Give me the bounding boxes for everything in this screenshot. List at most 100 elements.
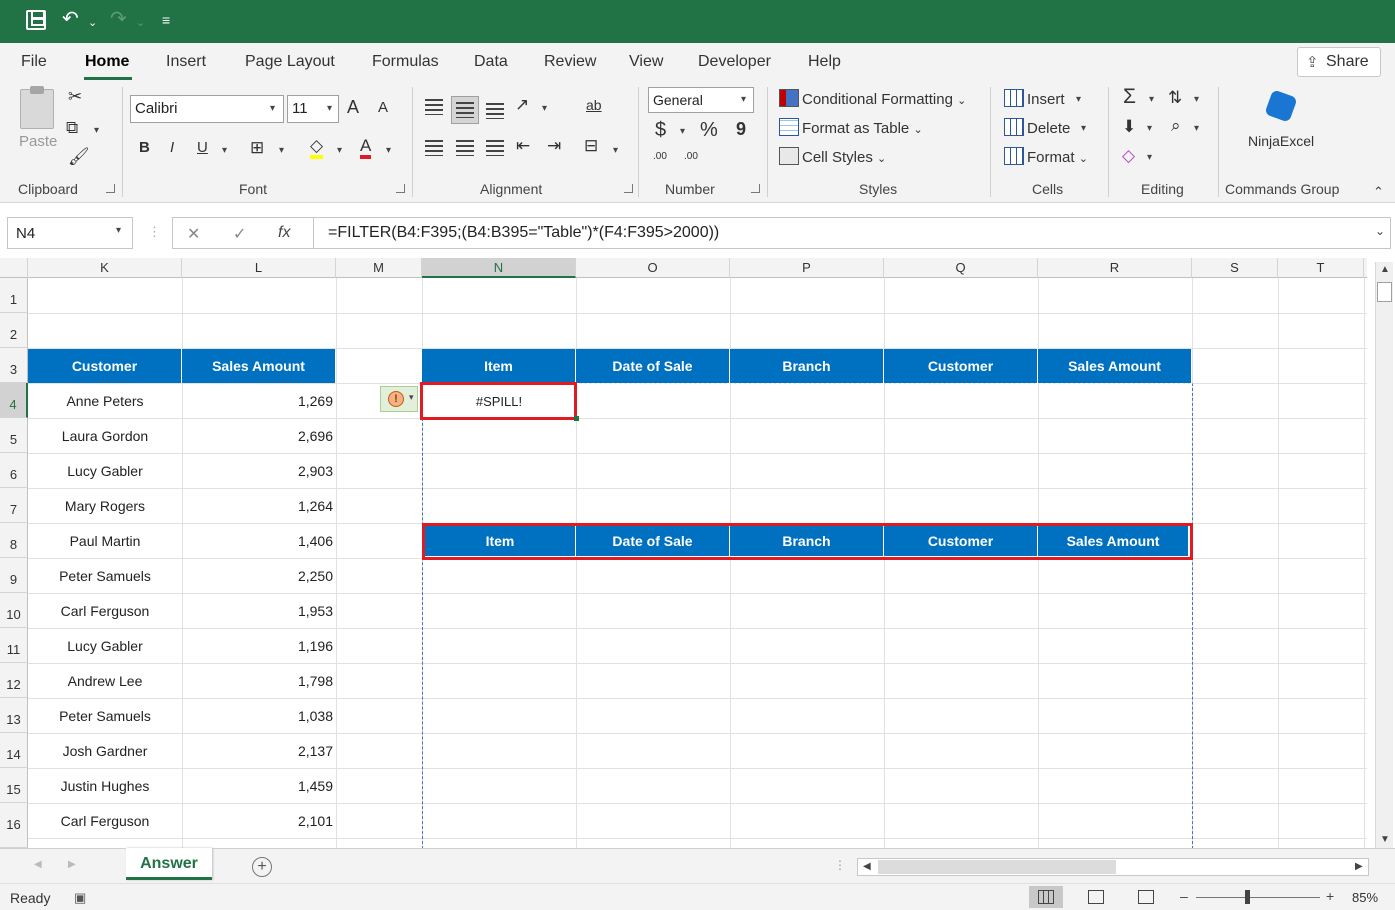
borders-dropdown-icon[interactable]: ▾ [279, 145, 284, 156]
column-header-selected[interactable]: N [422, 258, 576, 278]
align-right-icon[interactable] [486, 140, 504, 156]
fill-handle[interactable] [574, 416, 579, 421]
previous-sheet-icon[interactable]: ◀ [34, 859, 42, 870]
column-header[interactable]: P [730, 258, 884, 278]
tab-insert[interactable]: Insert [166, 53, 206, 71]
row-header[interactable]: 14 [0, 733, 28, 768]
redo-dropdown-icon[interactable]: ⌄ [136, 12, 145, 34]
row-header[interactable]: 16 [0, 803, 28, 848]
sales-amount-cell[interactable]: 1,798 [182, 664, 333, 699]
row-header[interactable]: 8 [0, 523, 28, 558]
merge-dropdown-icon[interactable]: ▾ [613, 145, 618, 156]
sort-filter-icon[interactable]: ⇅ [1168, 88, 1182, 108]
font-size-dropdown-icon[interactable]: ▾ [327, 103, 332, 114]
number-format-dropdown-icon[interactable]: ▾ [741, 94, 746, 105]
align-left-icon[interactable] [425, 140, 443, 156]
sales-amount-cell[interactable]: 2,250 [182, 559, 333, 594]
redo-icon[interactable]: ↷ [110, 8, 127, 30]
find-dropdown-icon[interactable]: ▾ [1194, 123, 1199, 134]
row-header-selected[interactable]: 4 [0, 383, 28, 418]
currency-button[interactable]: $ [655, 119, 666, 142]
tab-developer[interactable]: Developer [698, 53, 771, 71]
table-header-sales-amount[interactable]: Sales Amount [182, 349, 336, 383]
sales-amount-cell[interactable]: 2,101 [182, 804, 333, 839]
customer-cell[interactable]: Josh Gardner [28, 734, 182, 769]
decrease-font-icon[interactable]: A [378, 99, 388, 116]
customize-toolbar-icon[interactable]: ≡ [162, 9, 170, 31]
underline-dropdown-icon[interactable]: ▾ [222, 145, 227, 156]
zoom-in-button[interactable]: + [1326, 888, 1334, 904]
name-box[interactable]: N4 [7, 217, 133, 249]
cut-icon[interactable]: ✂ [68, 87, 82, 107]
vertical-scrollbar[interactable]: ▲ ▼ [1375, 262, 1393, 848]
sales-amount-cell[interactable]: 1,038 [182, 699, 333, 734]
customer-cell[interactable]: Lucy Gabler [28, 454, 182, 489]
expand-formula-icon[interactable]: ⌄ [1375, 224, 1385, 238]
select-all-corner[interactable] [0, 258, 28, 278]
tab-data[interactable]: Data [474, 53, 508, 71]
filter-header-date[interactable]: Date of Sale [576, 349, 730, 383]
column-header[interactable]: T [1278, 258, 1364, 278]
increase-font-icon[interactable]: A [347, 97, 359, 118]
zoom-slider-knob[interactable] [1245, 890, 1250, 904]
row-header[interactable]: 2 [0, 313, 28, 348]
tab-view[interactable]: View [629, 53, 663, 71]
row-header[interactable]: 6 [0, 453, 28, 488]
format-painter-icon[interactable]: 🖌 [68, 147, 90, 167]
align-center-icon[interactable] [456, 140, 474, 156]
paste-icon[interactable] [20, 86, 54, 129]
row-header[interactable]: 12 [0, 663, 28, 698]
fill-icon[interactable]: ⬇ [1122, 117, 1136, 137]
row-header[interactable]: 11 [0, 628, 28, 663]
insert-cells-button[interactable]: Insert [1004, 89, 1065, 108]
enter-icon[interactable]: ✓ [233, 224, 246, 244]
scroll-right-icon[interactable]: ▶ [1355, 861, 1363, 872]
sort-filter-dropdown-icon[interactable]: ▾ [1194, 94, 1199, 105]
alignment-launcher-icon[interactable] [624, 184, 633, 193]
customer-cell[interactable]: Paul Martin [28, 524, 182, 559]
horizontal-scrollbar[interactable]: ◀ ▶ [857, 858, 1369, 876]
customer-cell[interactable]: Andrew Lee [28, 664, 182, 699]
zoom-slider[interactable] [1196, 897, 1320, 898]
column-header[interactable]: Q [884, 258, 1038, 278]
number-format-select[interactable]: General [648, 87, 754, 113]
tab-home[interactable]: Home [85, 53, 129, 71]
error-options-button[interactable]: ! ▾ [380, 386, 418, 412]
conditional-formatting-button[interactable]: Conditional Formatting ⌄ [779, 89, 966, 108]
filter-header-customer[interactable]: Customer [884, 349, 1038, 383]
tab-file[interactable]: File [21, 53, 47, 71]
autosum-dropdown-icon[interactable]: ▾ [1149, 94, 1154, 105]
autosum-icon[interactable]: Σ [1123, 85, 1136, 109]
customer-cell[interactable]: Carl Ferguson [28, 804, 182, 839]
font-name-select[interactable]: Calibri [130, 95, 284, 123]
format-cells-button[interactable]: Format ⌄ [1004, 147, 1088, 166]
italic-button[interactable]: I [170, 139, 174, 156]
tab-help[interactable]: Help [808, 53, 841, 71]
table-header-customer[interactable]: Customer [28, 349, 182, 383]
column-header[interactable]: K [28, 258, 182, 278]
ninjaexcel-icon[interactable] [1264, 89, 1298, 123]
sheet-tab-answer[interactable]: Answer [126, 848, 212, 880]
vertical-scroll-thumb[interactable] [1377, 282, 1392, 302]
row-header[interactable]: 15 [0, 768, 28, 803]
normal-view-button[interactable] [1029, 886, 1063, 908]
row-header[interactable]: 13 [0, 698, 28, 733]
currency-dropdown-icon[interactable]: ▾ [680, 126, 685, 137]
customer-cell[interactable]: Carl Ferguson [28, 594, 182, 629]
fill-color-dropdown-icon[interactable]: ▾ [337, 145, 342, 156]
zoom-level[interactable]: 85% [1352, 890, 1378, 905]
add-sheet-icon[interactable]: + [252, 857, 272, 877]
customer-cell[interactable]: Lucy Gabler [28, 629, 182, 664]
clear-dropdown-icon[interactable]: ▾ [1147, 152, 1152, 163]
merge-center-icon[interactable]: ⊟ [584, 136, 598, 156]
customer-cell[interactable]: Anne Peters [28, 384, 182, 419]
collapse-ribbon-icon[interactable]: ⌃ [1373, 184, 1384, 200]
sales-amount-cell[interactable]: 2,137 [182, 734, 333, 769]
tab-split-handle[interactable]: ⋮ [834, 858, 846, 872]
undo-icon[interactable]: ↶ [62, 8, 79, 30]
orientation-dropdown-icon[interactable]: ▾ [542, 103, 547, 114]
page-break-view-button[interactable] [1129, 886, 1163, 908]
borders-icon[interactable]: ⊞ [250, 138, 264, 158]
row-header[interactable]: 10 [0, 593, 28, 628]
page-layout-view-button[interactable] [1079, 886, 1113, 908]
